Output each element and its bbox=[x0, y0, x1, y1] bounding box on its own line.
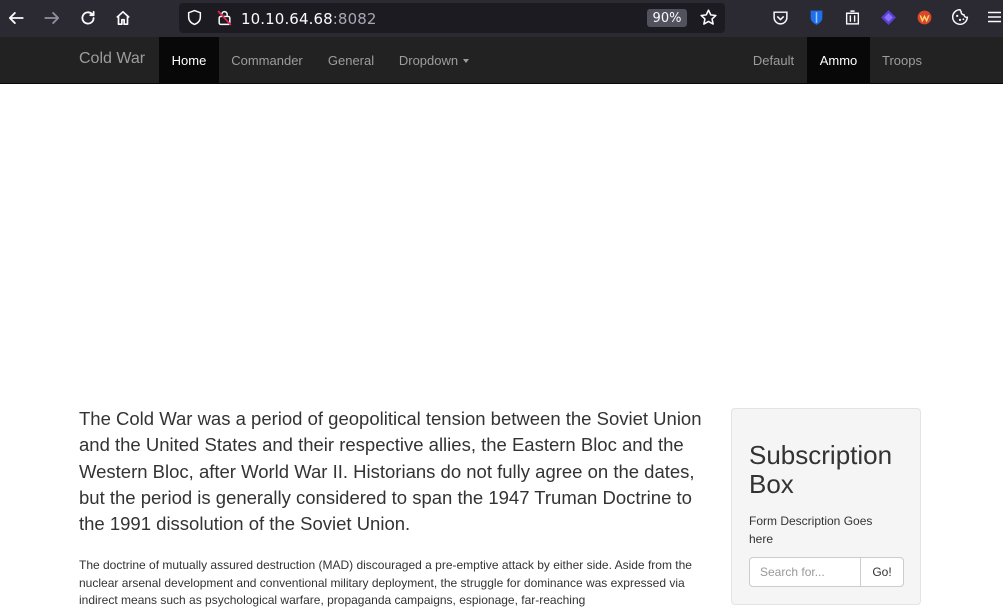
navbar-brand[interactable]: Cold War bbox=[79, 50, 145, 68]
nav-general[interactable]: General bbox=[315, 37, 387, 83]
subscription-title: Subscription Box bbox=[749, 440, 893, 499]
home-icon[interactable] bbox=[112, 7, 134, 29]
back-icon[interactable] bbox=[5, 7, 27, 29]
browser-toolbar: 10.10.64.68:8082 90% bbox=[0, 0, 1003, 37]
nav-dropdown[interactable]: Dropdown bbox=[387, 37, 481, 83]
shield-icon[interactable] bbox=[186, 9, 203, 31]
pocket-icon[interactable] bbox=[771, 8, 789, 26]
insecure-lock-icon[interactable] bbox=[216, 9, 233, 31]
nav-commander-label: Commander bbox=[231, 52, 303, 68]
zoom-level-badge[interactable]: 90% bbox=[647, 9, 687, 27]
site-navbar: Cold War Home Commander General Dropdown… bbox=[0, 37, 1003, 84]
url-text[interactable]: 10.10.64.68:8082 bbox=[241, 10, 377, 28]
subscription-box: Subscription Box Form Description Goes h… bbox=[731, 408, 921, 605]
nav-home-label: Home bbox=[171, 52, 207, 68]
form-description: Form Description Goes here bbox=[749, 514, 873, 546]
url-port: :8082 bbox=[332, 10, 377, 28]
wappalyzer-icon[interactable] bbox=[915, 8, 933, 26]
nav-default-label: Default bbox=[752, 52, 795, 68]
bookmark-star-icon[interactable] bbox=[699, 8, 718, 32]
nav-ammo-label: Ammo bbox=[819, 52, 858, 68]
nav-home[interactable]: Home bbox=[159, 37, 219, 83]
body-paragraph: The doctrine of mutually assured destruc… bbox=[79, 558, 692, 607]
bitwarden-icon[interactable] bbox=[807, 8, 825, 26]
reload-icon[interactable] bbox=[77, 7, 99, 29]
url-host: 10.10.64.68 bbox=[241, 10, 333, 28]
nav-general-label: General bbox=[327, 52, 375, 68]
caret-down-icon bbox=[463, 58, 470, 63]
nav-commander[interactable]: Commander bbox=[219, 37, 315, 83]
menu-icon[interactable] bbox=[985, 8, 1003, 26]
nav-default[interactable]: Default bbox=[740, 37, 807, 83]
search-input[interactable] bbox=[749, 557, 861, 587]
cookie-icon[interactable] bbox=[951, 8, 969, 26]
nav-troops-label: Troops bbox=[882, 52, 922, 68]
forward-icon[interactable] bbox=[41, 7, 63, 29]
container-icon[interactable] bbox=[843, 8, 861, 26]
lead-paragraph: The Cold War was a period of geopolitica… bbox=[79, 408, 702, 535]
nav-ammo[interactable]: Ammo bbox=[807, 37, 870, 83]
nav-dropdown-label: Dropdown bbox=[398, 52, 459, 68]
url-bar[interactable]: 10.10.64.68:8082 90% bbox=[179, 3, 725, 33]
go-button[interactable]: Go! bbox=[860, 557, 904, 587]
nav-troops[interactable]: Troops bbox=[870, 37, 934, 83]
proxy-extension-icon[interactable] bbox=[879, 8, 897, 26]
